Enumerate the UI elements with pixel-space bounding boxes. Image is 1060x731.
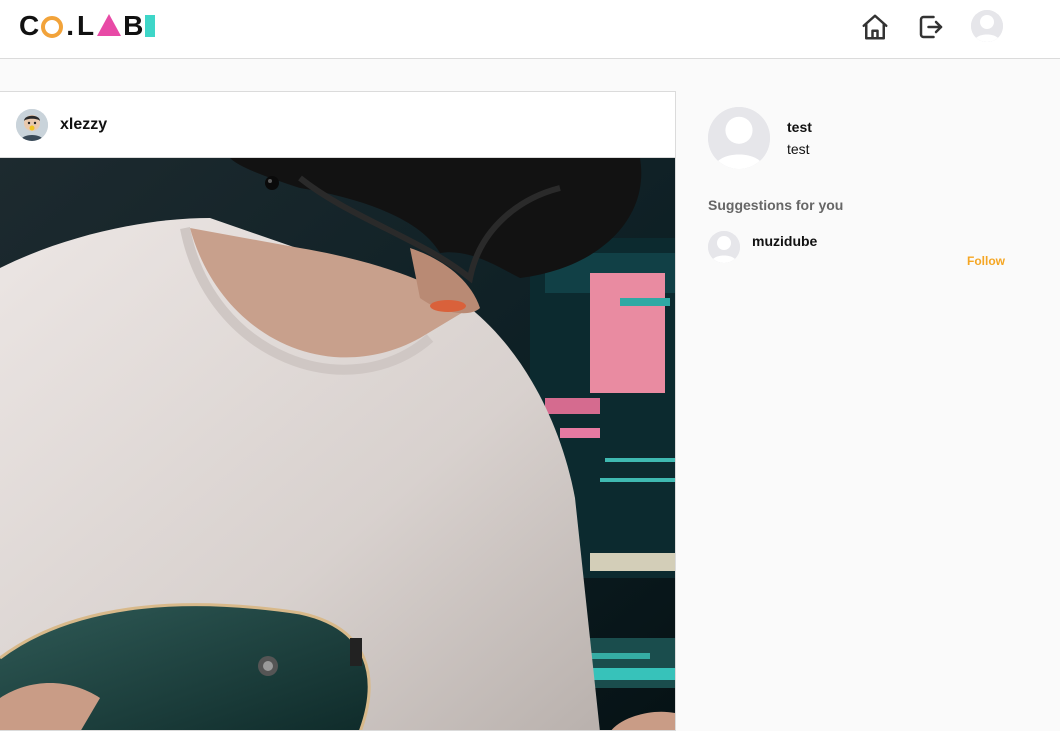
right-sidebar: test test Suggestions for you muzidube F… (708, 107, 1018, 268)
logo-dot: . (66, 10, 76, 41)
current-user-card: test test (708, 107, 1018, 169)
post-author-username[interactable]: xlezzy (60, 116, 107, 134)
author-avatar-image (16, 108, 48, 141)
current-user-avatar[interactable] (708, 107, 770, 169)
post-card: xlezzy (0, 91, 676, 731)
logo-letter-b: B (123, 10, 145, 41)
default-user-icon (708, 231, 740, 263)
default-user-icon (708, 107, 770, 169)
current-user-info: test test (787, 119, 812, 157)
logo-bar-icon (145, 15, 156, 37)
colab-logo[interactable]: C . L B (19, 10, 156, 41)
post-author-avatar[interactable] (16, 108, 48, 141)
suggestions-heading: Suggestions for you (708, 197, 844, 213)
suggestion-avatar[interactable] (708, 231, 740, 263)
current-user-fullname: test (787, 141, 810, 157)
top-nav-bar: C . L B (0, 0, 1060, 59)
post-photo[interactable] (0, 158, 675, 730)
suggestion-username[interactable]: muzidube (752, 233, 817, 249)
logout-icon (919, 15, 943, 39)
current-user-username[interactable]: test (787, 119, 812, 135)
profile-avatar[interactable] (971, 10, 1003, 42)
logo-triangle-icon (97, 14, 122, 36)
home-icon (862, 14, 888, 40)
logo-letter-c: C (19, 10, 41, 41)
post-photo-illustration (0, 158, 675, 730)
logout-button[interactable] (915, 11, 947, 43)
default-user-icon (971, 10, 1003, 42)
logo-letter-l: L (77, 10, 96, 41)
follow-button[interactable]: Follow (967, 254, 1005, 268)
home-button[interactable] (859, 11, 891, 43)
post-header: xlezzy (0, 92, 675, 158)
logo-circle-icon (41, 16, 64, 38)
